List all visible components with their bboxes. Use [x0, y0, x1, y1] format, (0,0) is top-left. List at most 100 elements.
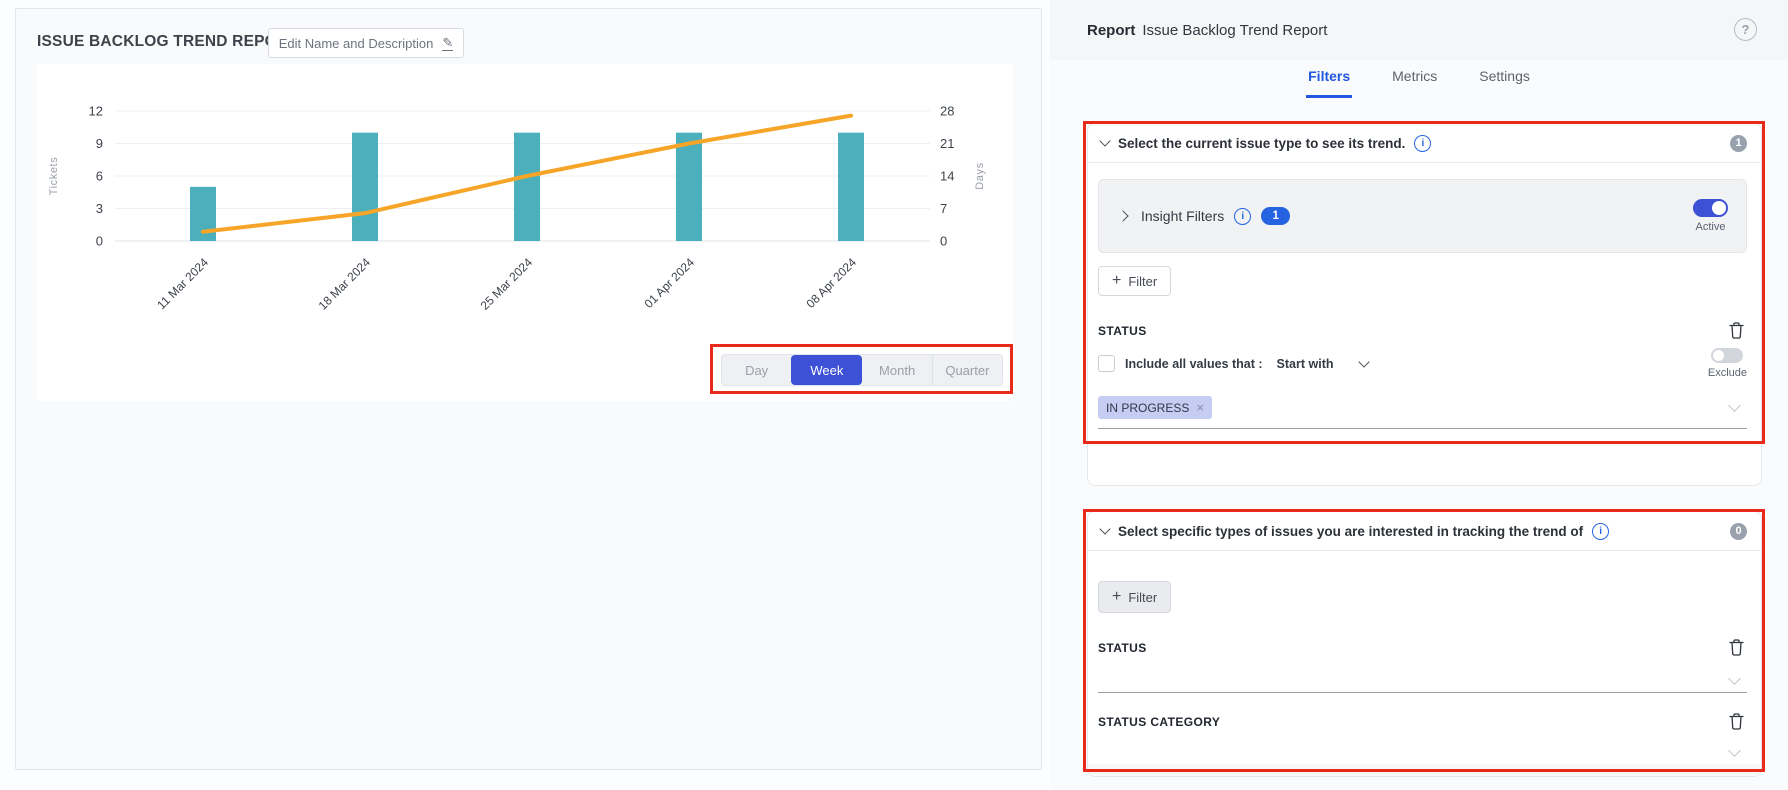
add-filter-label: Filter: [1128, 274, 1157, 289]
page-title: ISSUE BACKLOG TREND REPORT: [37, 33, 298, 51]
panel-tabs: Filters Metrics Settings: [1050, 66, 1788, 98]
toggle-knob: [1712, 201, 1726, 215]
period-button-quarter[interactable]: Quarter: [932, 355, 1002, 385]
delete-status-category-filter-button[interactable]: [1729, 713, 1744, 730]
svg-text:01 Apr 2024: 01 Apr 2024: [641, 255, 697, 311]
section2-count-badge: 0: [1730, 523, 1747, 540]
exclude-label: Exclude: [1708, 367, 1747, 379]
svg-text:7: 7: [940, 201, 947, 216]
status-chip: IN PROGRESS ×: [1098, 396, 1212, 419]
chart-card: 0 3 6 9 12 0 7 14 21 28 11 Mar 2024 18 Mar 2024 25 M…: [37, 64, 1013, 401]
svg-text:14: 14: [940, 169, 954, 184]
insight-filters-label: Insight Filters: [1141, 208, 1224, 224]
include-all-label: Include all values that :: [1125, 357, 1263, 371]
tab-metrics[interactable]: Metrics: [1390, 66, 1439, 98]
svg-text:3: 3: [96, 201, 103, 216]
exclude-toggle[interactable]: [1711, 348, 1743, 363]
operator-value: Start with: [1277, 357, 1334, 371]
panel-header-label: Report: [1087, 22, 1135, 39]
status-chip-label: IN PROGRESS: [1106, 401, 1189, 415]
period-toggle-group: Day Week Month Quarter: [721, 354, 1003, 386]
status-category-value-select[interactable]: [1098, 736, 1747, 764]
chevron-down-icon: [1728, 744, 1741, 757]
status-field-label: STATUS: [1098, 324, 1147, 338]
add-filter-button[interactable]: + Filter: [1098, 266, 1171, 296]
trash-icon: [1729, 639, 1744, 656]
report-canvas-panel: ISSUE BACKLOG TREND REPORT Edit Name and…: [15, 8, 1042, 770]
info-icon[interactable]: i: [1234, 208, 1251, 225]
section2-title: Select specific types of issues you are …: [1118, 524, 1583, 539]
status-category-field-label: STATUS CATEGORY: [1098, 715, 1220, 729]
operator-select[interactable]: Start with: [1277, 357, 1368, 371]
info-icon[interactable]: i: [1592, 523, 1609, 540]
period-button-month[interactable]: Month: [862, 355, 932, 385]
edit-pencil-icon: ✎: [442, 36, 453, 51]
period-button-week[interactable]: Week: [791, 355, 861, 385]
chevron-down-icon: [1358, 356, 1369, 367]
insight-filters-toggle[interactable]: [1693, 199, 1728, 217]
status-field-label: STATUS: [1098, 641, 1147, 655]
svg-text:Days: Days: [974, 162, 986, 189]
filter-section-current-issue-type: Select the current issue type to see its…: [1087, 123, 1762, 486]
svg-text:18 Mar 2024: 18 Mar 2024: [316, 255, 374, 313]
report-settings-panel: Report Issue Backlog Trend Report ? Filt…: [1050, 0, 1788, 790]
section1-header[interactable]: Select the current issue type to see its…: [1088, 124, 1761, 163]
panel-header: Report Issue Backlog Trend Report: [1050, 0, 1788, 60]
include-values-row: Include all values that : Start with Exc…: [1098, 348, 1747, 379]
trash-icon: [1729, 713, 1744, 730]
chevron-down-icon: [1728, 399, 1741, 412]
insight-toggle-state-label: Active: [1696, 221, 1726, 233]
svg-text:08 Apr 2024: 08 Apr 2024: [803, 255, 859, 311]
panel-header-title: Issue Backlog Trend Report: [1142, 22, 1327, 39]
svg-text:Tickets: Tickets: [48, 157, 60, 196]
section1-body: Insight Filters i 1 Active + Filter STAT…: [1088, 163, 1761, 429]
filter-section-specific-issue-types: Select specific types of issues you are …: [1087, 511, 1762, 777]
insight-filters-row[interactable]: Insight Filters i 1 Active: [1098, 179, 1747, 253]
svg-text:0: 0: [96, 234, 103, 249]
delete-status-filter-button[interactable]: [1729, 322, 1744, 339]
svg-text:12: 12: [89, 104, 103, 119]
section1-title: Select the current issue type to see its…: [1118, 136, 1405, 151]
chevron-right-icon: [1117, 210, 1128, 221]
status-category-field-row: STATUS CATEGORY: [1098, 713, 1747, 730]
include-all-checkbox[interactable]: [1098, 355, 1115, 372]
section2-header[interactable]: Select specific types of issues you are …: [1088, 512, 1761, 551]
chevron-down-icon: [1728, 672, 1741, 685]
card-footer-strip: [1088, 764, 1761, 776]
svg-text:25 Mar 2024: 25 Mar 2024: [478, 255, 536, 313]
status-value-select[interactable]: [1098, 662, 1747, 693]
svg-text:9: 9: [96, 136, 103, 151]
tab-filters[interactable]: Filters: [1306, 66, 1352, 98]
edit-name-description-button[interactable]: Edit Name and Description ✎: [268, 28, 464, 58]
info-icon[interactable]: i: [1414, 135, 1431, 152]
chevron-down-icon: [1099, 523, 1110, 534]
status-field-row: STATUS: [1098, 639, 1747, 656]
close-icon[interactable]: ×: [1196, 400, 1204, 415]
exclude-toggle-group: Exclude: [1708, 348, 1747, 379]
help-button[interactable]: ?: [1734, 18, 1757, 41]
status-field-row: STATUS: [1098, 322, 1747, 339]
help-icon: ?: [1742, 22, 1750, 37]
chevron-down-icon: [1099, 135, 1110, 146]
section2-body: + Filter STATUS STATUS CATEGO: [1088, 551, 1761, 764]
svg-text:6: 6: [96, 169, 103, 184]
status-value-select[interactable]: IN PROGRESS ×: [1098, 396, 1747, 429]
delete-status-filter-button[interactable]: [1729, 639, 1744, 656]
trash-icon: [1729, 322, 1744, 339]
plus-icon: +: [1112, 589, 1121, 605]
add-filter-label: Filter: [1128, 590, 1157, 605]
add-filter-button[interactable]: + Filter: [1098, 581, 1171, 613]
insight-toggle-group: Active: [1693, 199, 1728, 233]
dashboard-page: ISSUE BACKLOG TREND REPORT Edit Name and…: [0, 0, 1788, 790]
toggle-knob: [1713, 350, 1724, 361]
edit-button-label: Edit Name and Description: [279, 36, 434, 51]
svg-text:11 Mar 2024: 11 Mar 2024: [154, 255, 211, 312]
tab-settings[interactable]: Settings: [1477, 66, 1532, 98]
plus-icon: +: [1112, 273, 1121, 289]
insight-filters-count-badge: 1: [1261, 207, 1290, 225]
section1-count-badge: 1: [1730, 135, 1747, 152]
svg-text:28: 28: [940, 104, 954, 119]
svg-text:0: 0: [940, 234, 947, 249]
period-button-day[interactable]: Day: [722, 355, 791, 385]
svg-text:21: 21: [940, 136, 954, 151]
